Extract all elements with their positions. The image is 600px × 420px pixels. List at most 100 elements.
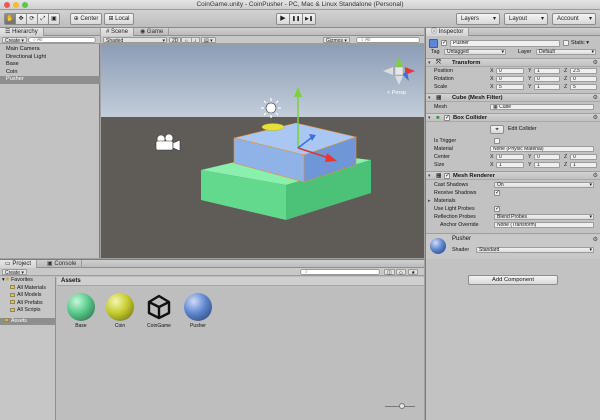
box-collider-header[interactable]: ▾ ■ ✓ Box Collider ⚙ <box>426 113 600 122</box>
hierarchy-item-main-camera[interactable]: Main Camera <box>0 46 100 54</box>
close-window-button[interactable] <box>4 2 10 8</box>
edit-collider-toggle[interactable]: ⌖ <box>490 125 504 134</box>
center-z-field[interactable]: 0 <box>570 154 597 160</box>
scale-row: Scale X 5 Y 1 Z 5 <box>426 83 600 91</box>
minimize-window-button[interactable] <box>13 2 19 8</box>
scale-z-field[interactable]: 5 <box>570 84 597 90</box>
icon-size-slider-handle[interactable] <box>399 403 405 409</box>
scale-y-field[interactable]: 1 <box>534 84 560 90</box>
persp-label[interactable]: < Persp <box>387 90 406 96</box>
add-component-button[interactable]: Add Component <box>468 275 558 285</box>
receive-shadows-checkbox[interactable]: ✓ <box>494 190 500 196</box>
mesh-object-field[interactable]: ▦ Cube <box>490 104 594 110</box>
hierarchy-item-pusher[interactable]: Pusher <box>0 76 100 84</box>
layer-label: Layer <box>518 49 532 55</box>
hierarchy-item-base[interactable]: Base <box>0 61 100 69</box>
asset-pusher[interactable]: Pusher <box>183 293 213 329</box>
saved-search-button[interactable]: ★ <box>408 269 419 276</box>
rotation-y-field[interactable]: 0 <box>534 76 560 82</box>
gizmos-dropdown[interactable]: Gizmos ▾ <box>323 37 350 44</box>
use-light-probes-checkbox[interactable]: ✓ <box>494 206 500 212</box>
scene-render[interactable] <box>101 45 424 258</box>
tree-item-all-prefabs[interactable]: All Prefabs <box>0 300 55 308</box>
tab-game[interactable]: ◉ Game <box>135 28 170 36</box>
position-y-field[interactable]: 1 <box>534 68 560 74</box>
scene-lighting-toggle[interactable]: ☼ <box>181 37 192 44</box>
tab-scene[interactable]: # Scene <box>101 28 135 36</box>
tree-item-all-scripts[interactable]: All Scripts <box>0 307 55 315</box>
gear-icon[interactable]: ⚙ <box>593 236 598 243</box>
mesh-filter-header[interactable]: ▾ ▦ Cube (Mesh Filter) ⚙ <box>426 93 600 102</box>
layers-dropdown[interactable]: Layers ▾ <box>456 13 500 25</box>
materials-row[interactable]: ▸ Materials <box>426 197 600 205</box>
layout-dropdown[interactable]: Layout ▾ <box>504 13 548 25</box>
scale-x-field[interactable]: 5 <box>496 84 524 90</box>
mesh-renderer-enabled-checkbox[interactable]: ✓ <box>444 173 450 179</box>
center-x-field[interactable]: 0 <box>496 154 524 160</box>
position-z-field[interactable]: 2.5 <box>570 68 597 74</box>
tree-item-assets[interactable]: Assets <box>0 317 55 325</box>
gear-icon[interactable]: ⚙ <box>593 59 598 67</box>
project-search-input[interactable]: ⌕ <box>300 269 380 275</box>
scene-viewport[interactable]: < Persp <box>101 45 424 258</box>
asset-coingame[interactable]: CoinGame <box>144 293 174 329</box>
asset-coin[interactable]: Coin <box>105 293 135 329</box>
transform-header[interactable]: ▾ ⤧ Transform ⚙ <box>426 58 600 67</box>
shader-dropdown[interactable]: Standard <box>476 247 594 253</box>
pivot-center-button[interactable]: ⊕ Center <box>70 13 102 25</box>
hierarchy-search-input[interactable]: ⌕ All <box>28 37 96 43</box>
size-z-field[interactable]: 1 <box>570 162 597 168</box>
tab-hierarchy[interactable]: ☰ Hierarchy <box>0 28 44 36</box>
pivot-space-button[interactable]: ⊞ Local <box>104 13 134 25</box>
rect-tool-button[interactable]: ▣ <box>48 13 60 25</box>
asset-base[interactable]: Base <box>66 293 96 329</box>
collider-material-field[interactable]: None (Physic Material) <box>490 146 594 152</box>
tree-item-all-models[interactable]: All Models <box>0 292 55 300</box>
reflection-probes-dropdown[interactable]: Blend Probes <box>494 214 594 220</box>
filter-by-type-button[interactable]: ◫ <box>384 269 395 276</box>
center-y-field[interactable]: 0 <box>534 154 560 160</box>
mode-2d-toggle[interactable]: 2D <box>169 37 182 44</box>
filter-by-label-button[interactable]: ◇ <box>396 269 406 276</box>
account-dropdown[interactable]: Account ▾ <box>552 13 596 25</box>
static-checkbox[interactable] <box>563 40 569 46</box>
rotation-x-field[interactable]: 0 <box>496 76 524 82</box>
mesh-renderer-header[interactable]: ▾ ▦ ✓ Mesh Renderer ⚙ <box>426 171 600 180</box>
gear-icon[interactable]: ⚙ <box>593 94 598 102</box>
tab-console[interactable]: ▣ Console <box>42 260 83 268</box>
tab-inspector[interactable]: ⓘ Inspector <box>426 28 470 36</box>
hierarchy-item-coin[interactable]: Coin <box>0 69 100 77</box>
gear-icon[interactable]: ⚙ <box>593 114 598 122</box>
scene-audio-toggle[interactable]: ♪ <box>191 37 200 44</box>
rotation-z-field[interactable]: 0 <box>570 76 597 82</box>
project-panel: ▭ Project ▣ Console Create ▾ ⌕ ◫ ◇ ★ ▾★F… <box>0 259 424 420</box>
hierarchy-create-button[interactable]: Create ▾ <box>2 37 27 44</box>
cast-shadows-dropdown[interactable]: On <box>494 182 594 188</box>
play-button[interactable]: ▶ <box>276 13 290 25</box>
active-checkbox[interactable]: ✓ <box>441 40 447 46</box>
object-name-field[interactable]: Pusher <box>450 40 560 47</box>
zoom-window-button[interactable] <box>22 2 28 8</box>
coin-object[interactable] <box>261 123 285 131</box>
tree-item-all-materials[interactable]: All Materials <box>0 285 55 293</box>
position-x-field[interactable]: 0 <box>496 68 524 74</box>
static-label[interactable]: Static ▾ <box>571 39 589 48</box>
scene-search-input[interactable]: ⌕ All <box>356 37 420 43</box>
size-x-field[interactable]: 1 <box>496 162 524 168</box>
anchor-override-field[interactable]: None (Transform) <box>494 222 594 228</box>
size-y-field[interactable]: 1 <box>534 162 560 168</box>
hierarchy-item-directional-light[interactable]: Directional Light <box>0 54 100 62</box>
tree-favorites[interactable]: ▾★Favorites <box>0 277 55 285</box>
tag-dropdown[interactable]: Untagged <box>444 49 506 55</box>
step-button[interactable]: ▶❚ <box>302 13 316 25</box>
box-collider-enabled-checkbox[interactable]: ✓ <box>444 115 450 121</box>
gear-icon[interactable]: ⚙ <box>593 172 598 180</box>
tab-project[interactable]: ▭ Project <box>0 260 38 268</box>
pause-button[interactable]: ❚❚ <box>289 13 303 25</box>
scene-effects-dropdown[interactable]: ▤ ▾ <box>201 37 216 44</box>
shading-mode-dropdown[interactable]: Shaded ▾ <box>103 37 167 44</box>
project-create-button[interactable]: Create ▾ <box>2 269 27 276</box>
is-trigger-checkbox[interactable] <box>494 138 500 144</box>
directional-light-icon[interactable] <box>261 98 281 118</box>
layer-dropdown[interactable]: Default <box>536 49 596 55</box>
